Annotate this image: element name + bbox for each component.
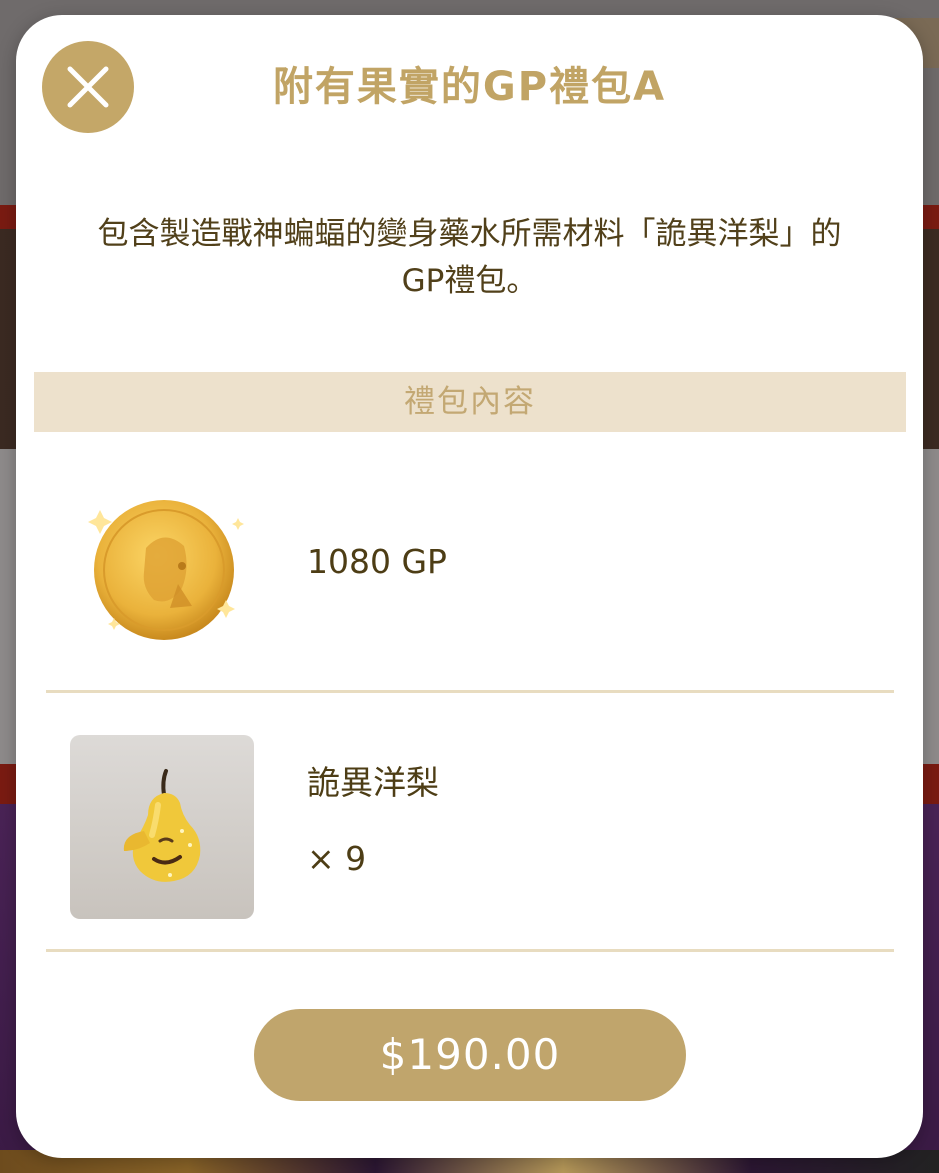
- gold-coin-icon: [86, 488, 246, 648]
- close-button[interactable]: [42, 41, 134, 133]
- pear-icon: [70, 735, 254, 919]
- modal-title: 附有果實的GP禮包A: [272, 64, 667, 110]
- description-line: GP禮包。: [401, 263, 538, 299]
- bundle-detail-modal: 附有果實的GP禮包A 包含製造戰神蝙蝠的變身藥水所需材料「詭異洋梨」的 GP禮包…: [16, 15, 923, 1158]
- item-quantity: × 9: [307, 839, 367, 878]
- bundle-contents-header: 禮包內容: [34, 372, 906, 432]
- list-item: 1080 GP: [46, 433, 894, 691]
- close-icon: [67, 66, 109, 108]
- item-name: 詭異洋梨: [307, 763, 439, 802]
- bundle-description: 包含製造戰神蝙蝠的變身藥水所需材料「詭異洋梨」的 GP禮包。: [36, 211, 903, 305]
- description-line: 包含製造戰神蝙蝠的變身藥水所需材料「詭異洋梨」的: [97, 216, 842, 252]
- item-name: 1080 GP: [307, 542, 447, 581]
- divider: [46, 949, 894, 952]
- purchase-price-button[interactable]: $190.00: [254, 1009, 686, 1101]
- list-item: 詭異洋梨 × 9: [46, 693, 894, 951]
